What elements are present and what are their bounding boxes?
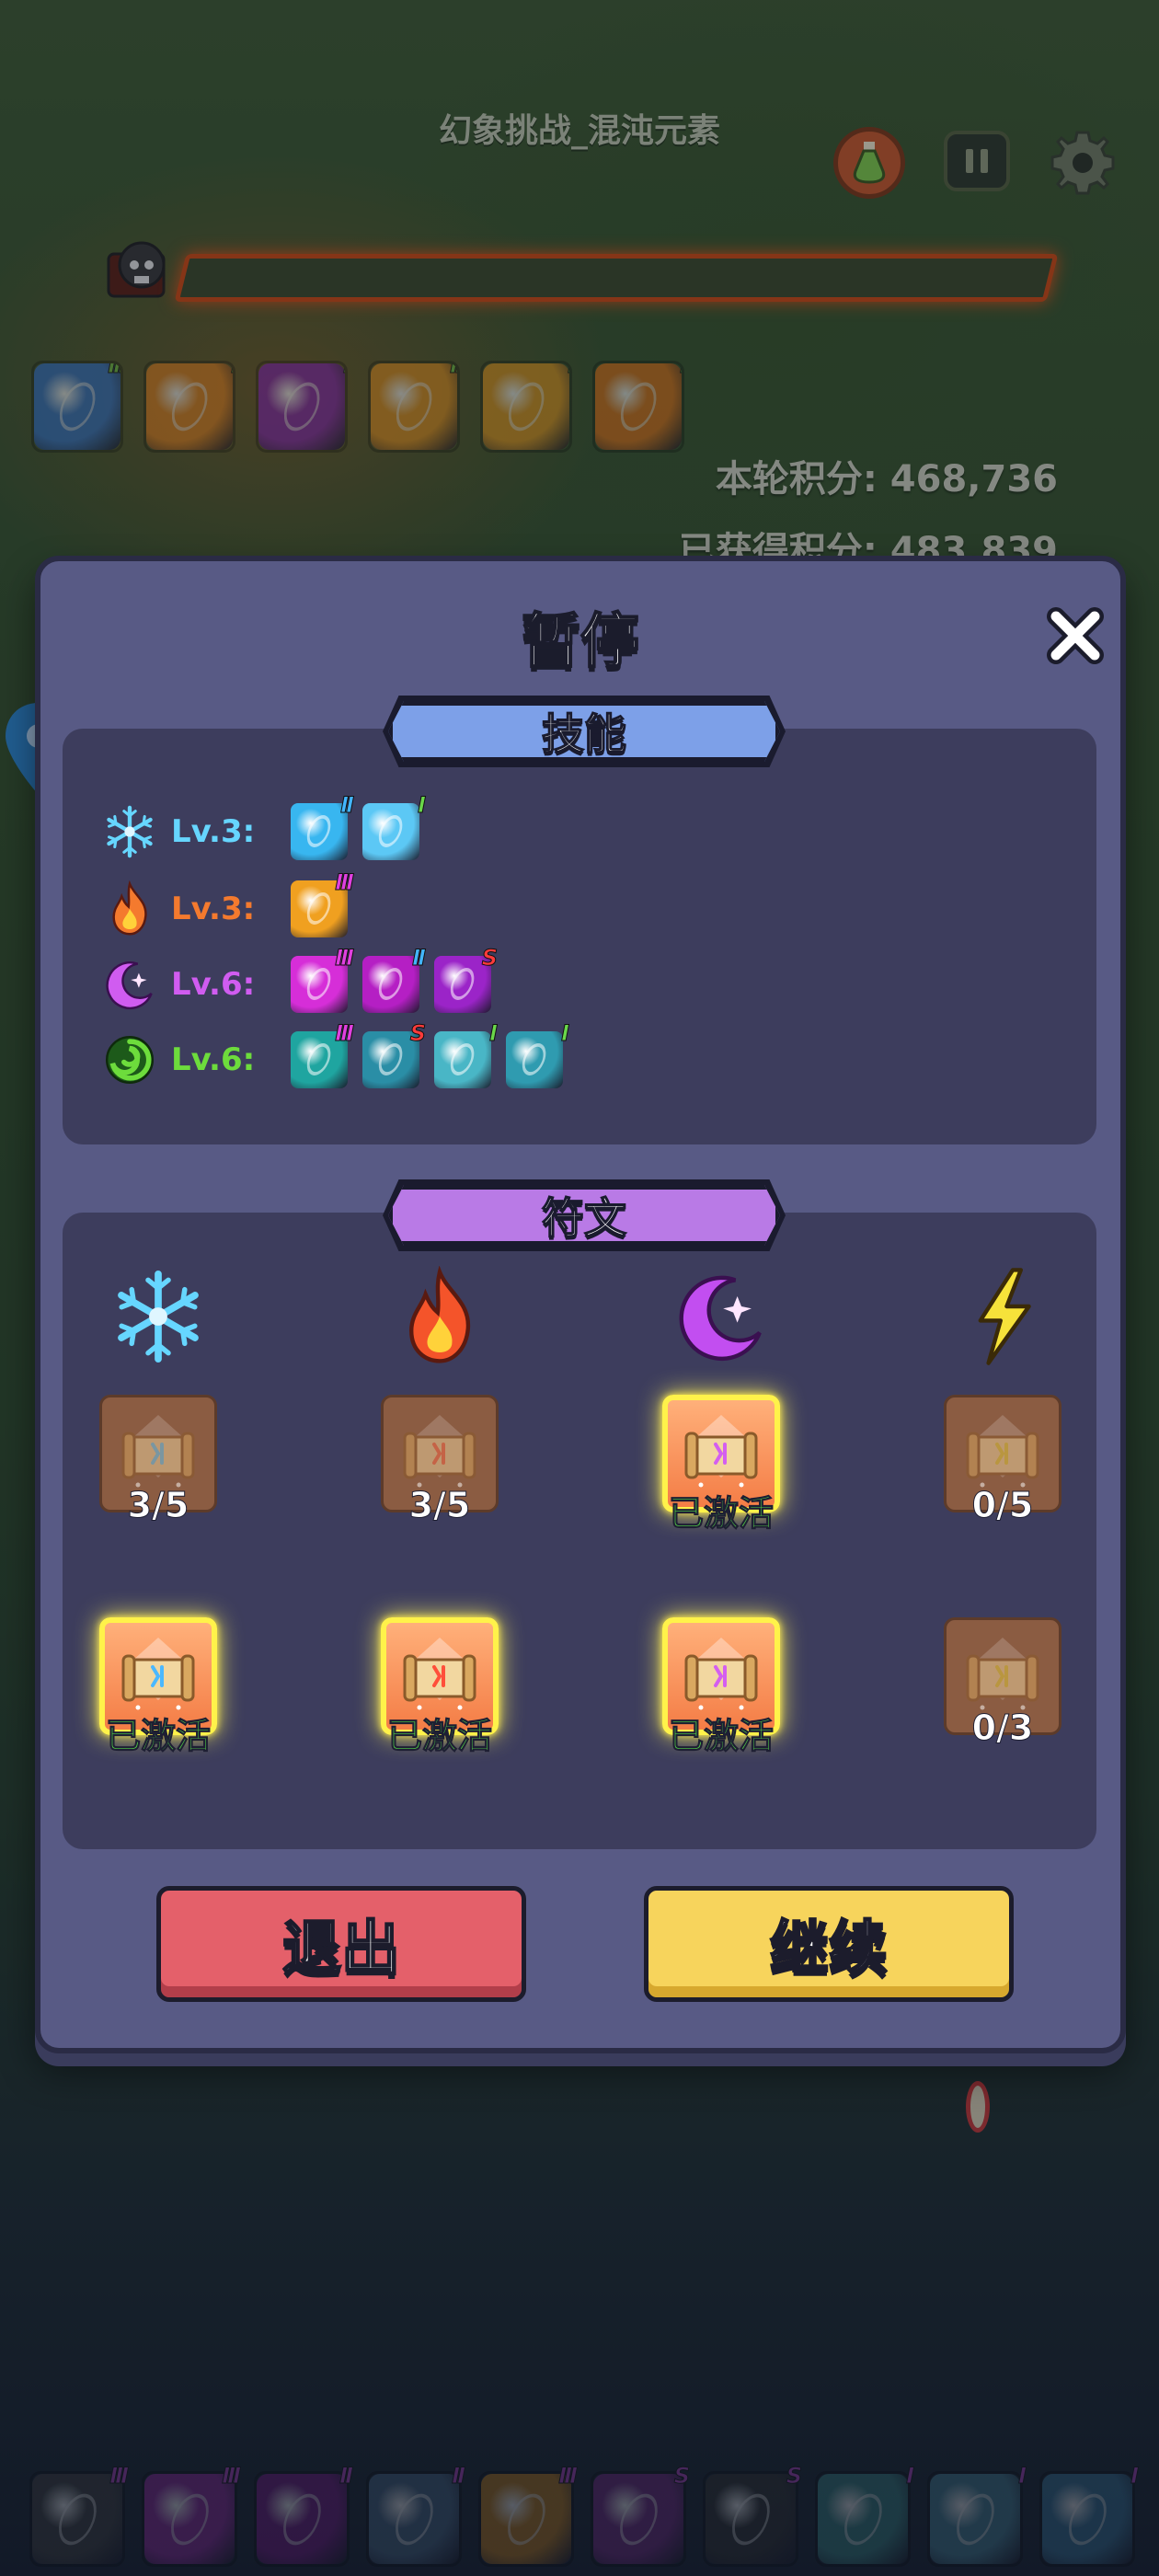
snowflake-icon (101, 803, 158, 860)
dialog-title: 暂停 (521, 607, 640, 677)
skill-tier-label: II (412, 945, 427, 972)
learned-skill-icon[interactable]: III (291, 869, 354, 937)
swirl-icon (101, 1031, 158, 1088)
learned-skill-icon[interactable]: I (506, 1020, 569, 1088)
skill-tier-label: III (335, 1020, 355, 1047)
crescent-moon-icon (101, 956, 158, 1013)
runes-header: 符文 (388, 1185, 780, 1246)
skill-tier-label: III (335, 945, 355, 972)
skill-tier-label: I (561, 1020, 570, 1047)
learned-skill-icon[interactable]: III (291, 945, 354, 1013)
rune-status: 已激活 (668, 1493, 774, 1535)
learned-skill-icon[interactable]: I (434, 1020, 498, 1088)
rune-element-3 (952, 1266, 1053, 1367)
crescent-moon-icon (679, 1275, 762, 1362)
learned-skill-icon[interactable]: III (291, 1020, 354, 1088)
close-icon (1047, 607, 1104, 664)
flame-icon (408, 1265, 471, 1363)
snowflake-icon (107, 805, 153, 858)
rune-status: 0/5 (971, 1485, 1034, 1526)
rune-status: 0/3 (971, 1708, 1034, 1749)
rune-element-1 (389, 1265, 490, 1367)
rune-status: 3/5 (408, 1485, 471, 1526)
swirl-icon (105, 1035, 155, 1085)
learned-skill-icon[interactable]: II (362, 945, 426, 1013)
skill-tier-label: I (489, 1020, 499, 1047)
exit-button[interactable]: 退出 (156, 1886, 526, 2002)
element-level: Lv.3: (171, 891, 256, 927)
close-button[interactable] (1041, 602, 1109, 670)
rune-element-2 (671, 1266, 772, 1367)
skill-tier-label: S (409, 1020, 426, 1047)
crescent-moon-icon (106, 961, 153, 1010)
element-level: Lv.3: (171, 813, 256, 850)
skill-row-ice: Lv.3: II I (101, 792, 434, 867)
lightning-icon (978, 1268, 1031, 1365)
skill-row-wind: Lv.6: III S I I (101, 1020, 578, 1095)
skill-row-arcane: Lv.6: III II S (101, 945, 506, 1019)
skill-tier-label: I (418, 792, 427, 819)
snowflake-icon (118, 1270, 199, 1363)
flame-icon (112, 880, 147, 936)
element-level: Lv.6: (171, 966, 256, 1003)
learned-skill-icon[interactable]: I (362, 792, 426, 860)
element-level: Lv.6: (171, 1041, 256, 1078)
skill-tier-label: II (340, 792, 355, 819)
skills-header: 技能 (388, 701, 780, 762)
rune-element-0 (108, 1266, 209, 1367)
learned-skill-icon[interactable]: S (362, 1020, 427, 1088)
continue-button[interactable]: 继续 (644, 1886, 1014, 2002)
skill-tier-label: S (481, 945, 498, 972)
rune-status: 3/5 (127, 1485, 189, 1526)
rune-status: 已激活 (386, 1716, 492, 1757)
pause-dialog: 暂停 技能 Lv.3: II I Lv.3: III Lv.6: III II SL… (35, 556, 1126, 2053)
rune-status: 已激活 (668, 1716, 774, 1757)
flame-icon (101, 880, 158, 937)
learned-skill-icon[interactable]: S (434, 945, 499, 1013)
skill-tier-label: III (335, 869, 355, 896)
skill-row-fire: Lv.3: III (101, 869, 362, 944)
rune-status: 已激活 (105, 1716, 211, 1757)
learned-skill-icon[interactable]: II (291, 792, 354, 860)
